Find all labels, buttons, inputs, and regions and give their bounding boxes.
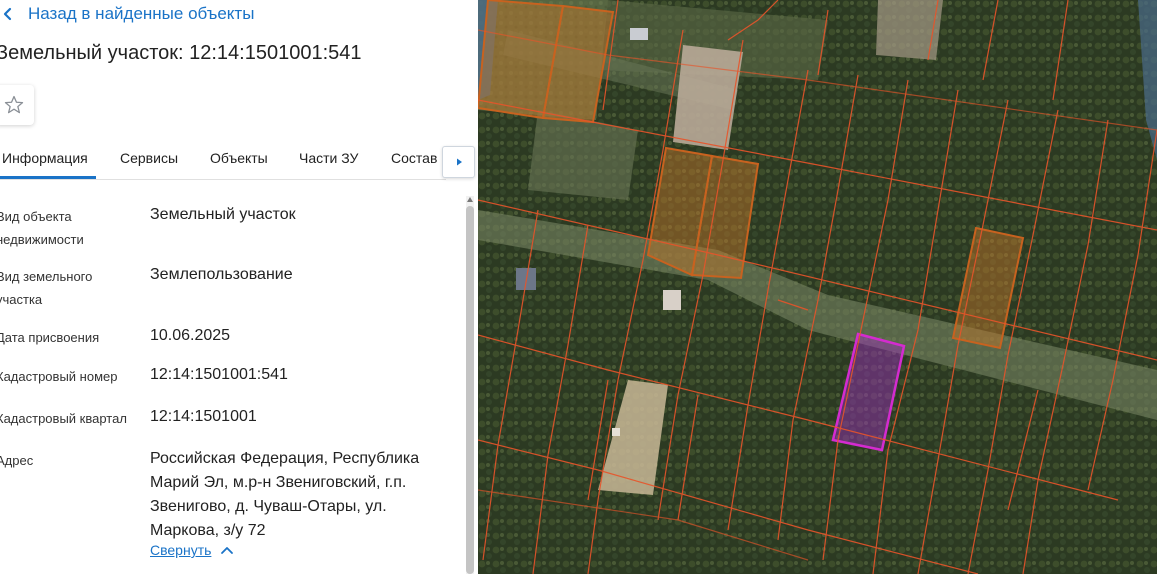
scrollbar-thumb[interactable] <box>466 206 474 574</box>
satellite-map[interactable] <box>478 0 1157 574</box>
tab-bar: Информация Сервисы Объекты Части ЗУ Сост… <box>0 140 446 180</box>
field-label-assign-date: Дата присвоения <box>0 330 100 345</box>
back-link[interactable]: Назад в найденные объекты <box>0 2 254 26</box>
map-canvas <box>478 0 1157 574</box>
tab-services[interactable]: Сервисы <box>120 150 178 166</box>
star-icon <box>4 95 24 114</box>
page-title: Земельный участок: 12:14:1501001:541 <box>0 42 362 64</box>
tab-parts[interactable]: Части ЗУ <box>299 150 358 166</box>
info-panel: Назад в найденные объекты Земельный учас… <box>0 0 478 574</box>
tab-info[interactable]: Информация <box>2 150 88 166</box>
field-value-parcel-type: Землепользование <box>150 266 293 283</box>
collapse-link-label: Свернуть <box>150 542 212 558</box>
field-label-cadastral-quarter: Кадастровый квартал <box>0 411 127 426</box>
field-value-object-type: Земельный участок <box>150 206 296 223</box>
tab-objects[interactable]: Объекты <box>210 150 268 166</box>
chevron-up-icon <box>221 547 234 554</box>
field-value-cadastral-number: 12:14:1501001:541 <box>150 366 288 383</box>
back-link-label: Назад в найденные объекты <box>28 4 255 23</box>
chevron-right-icon <box>456 158 462 166</box>
field-value-assign-date: 10.06.2025 <box>150 327 231 344</box>
collapse-link[interactable]: Свернуть <box>150 542 235 558</box>
field-label-object-type: Вид объекта недвижимости <box>0 209 84 247</box>
chevron-left-icon <box>3 7 12 21</box>
field-label-parcel-type: Вид земельного участка <box>0 269 93 307</box>
field-label-address: Адрес <box>0 453 34 468</box>
field-value-address: Российская Федерация, Республика Марий Э… <box>150 450 420 539</box>
field-value-cadastral-quarter: 12:14:1501001 <box>150 408 257 425</box>
field-label-cadastral-number: Кадастровый номер <box>0 369 118 384</box>
tab-composition[interactable]: Состав <box>391 150 437 166</box>
active-tab-indicator <box>0 176 96 179</box>
tabs-next-button[interactable] <box>442 146 475 178</box>
scroll-up-arrow-icon[interactable] <box>466 196 474 204</box>
favorite-button[interactable] <box>0 85 34 125</box>
